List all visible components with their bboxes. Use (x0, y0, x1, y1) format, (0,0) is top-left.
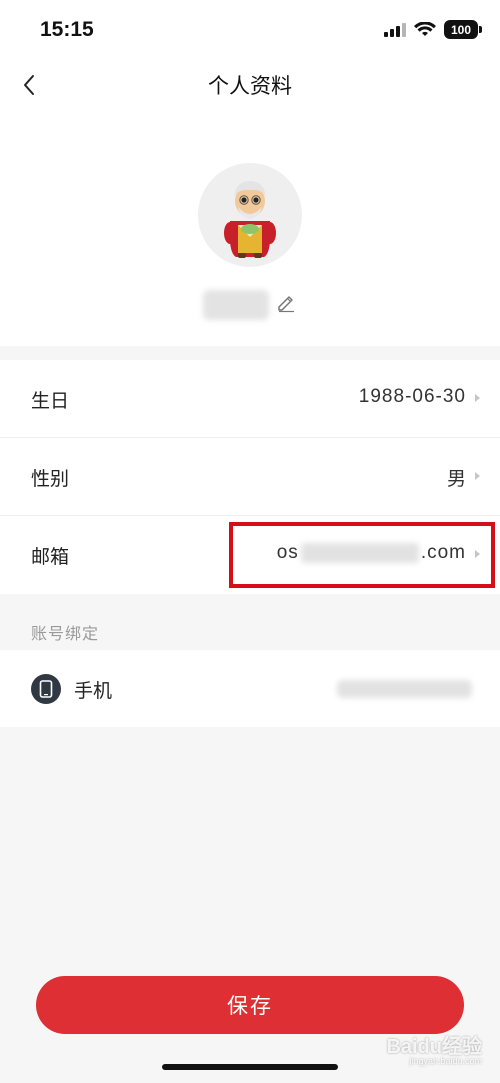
battery-icon: 100 (444, 20, 482, 39)
birthday-row[interactable]: 生日 1988-06-30 (0, 360, 500, 438)
wifi-icon (414, 21, 436, 36)
save-button[interactable]: 保存 (36, 976, 464, 1034)
email-row[interactable]: 邮箱 os .com (0, 516, 500, 594)
home-indicator[interactable] (162, 1064, 338, 1070)
gender-value: 男 (446, 468, 466, 490)
birthday-label: 生日 (31, 390, 70, 412)
phone-icon (31, 674, 61, 704)
signal-icon (384, 23, 406, 37)
phone-number-blurred (337, 680, 472, 698)
gender-row[interactable]: 性别 男 (0, 438, 500, 516)
watermark-url: jingyan.baidu.com (409, 1056, 482, 1066)
status-bar: 15:15 100 (0, 0, 500, 60)
birthday-value: 1988-06-30 (358, 386, 466, 407)
avatar[interactable] (198, 163, 302, 267)
chevron-right-icon (475, 394, 480, 402)
email-blurred-part (300, 543, 419, 563)
phone-binding-row[interactable]: 手机 (0, 650, 500, 727)
email-label: 邮箱 (31, 546, 70, 568)
email-suffix: .com (420, 542, 466, 563)
profile-info-list: 生日 1988-06-30 性别 男 邮箱 os .com (0, 360, 500, 594)
gender-label: 性别 (31, 468, 70, 490)
profile-header (0, 110, 500, 346)
profile-screen: 15:15 100 个人资料 生日 1988-06-30 性别 男 邮箱 os … (0, 0, 500, 1083)
navigation-bar: 个人资料 (0, 60, 500, 110)
watermark: Baidu经验 (386, 1036, 482, 1058)
avatar-icon (224, 181, 276, 258)
page-title: 个人资料 (208, 74, 292, 98)
status-icons: 100 (384, 20, 482, 39)
phone-label: 手机 (74, 680, 113, 702)
status-time: 15:15 (40, 18, 94, 41)
account-binding-title: 账号绑定 (31, 624, 100, 643)
chevron-right-icon (475, 550, 480, 558)
nickname-blurred (203, 290, 269, 320)
pencil-edit-icon[interactable] (275, 291, 297, 313)
email-value: os .com (277, 542, 466, 564)
email-prefix: os (276, 542, 299, 563)
chevron-right-icon (475, 472, 480, 480)
